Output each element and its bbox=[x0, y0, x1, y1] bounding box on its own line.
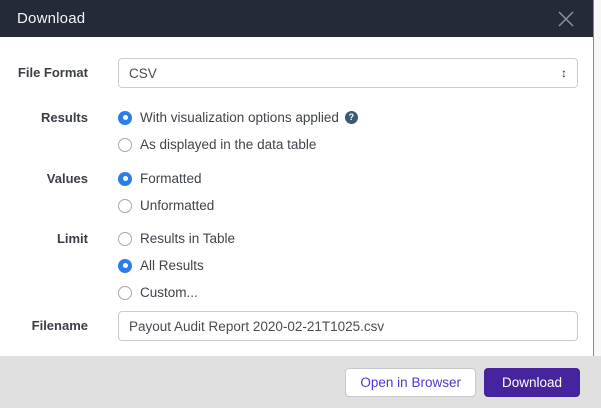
open-in-browser-button[interactable]: Open in Browser bbox=[345, 367, 476, 397]
file-format-row: File Format CSV ↕ bbox=[0, 58, 593, 88]
radio-selected-icon bbox=[118, 171, 132, 186]
modal-title: Download bbox=[17, 10, 86, 27]
radio-option-unformatted[interactable]: Unformatted bbox=[118, 192, 214, 219]
radio-option-label: Results in Table bbox=[140, 231, 236, 246]
radio-option-custom[interactable]: Custom... bbox=[118, 279, 235, 306]
modal-footer: Open in Browser Download bbox=[0, 356, 593, 408]
filename-row: Filename bbox=[0, 311, 593, 341]
file-format-selected-value: CSV bbox=[129, 65, 157, 81]
values-group: Values Formatted Unformatted bbox=[0, 165, 593, 219]
results-group: Results With visualization options appli… bbox=[0, 104, 593, 158]
radio-option-label: Unformatted bbox=[140, 198, 215, 213]
help-icon[interactable]: ? bbox=[344, 111, 358, 124]
footer-backdrop-strip bbox=[593, 356, 601, 408]
radio-option-all-results[interactable]: All Results bbox=[118, 252, 235, 279]
modal-header: Download bbox=[0, 0, 593, 37]
values-label: Values bbox=[46, 171, 88, 186]
filename-input[interactable] bbox=[118, 311, 578, 341]
close-icon bbox=[558, 10, 574, 27]
limit-group: Limit Results in Table All Results Custo… bbox=[0, 225, 593, 306]
filename-label: Filename bbox=[31, 318, 88, 333]
radio-option-with-visualization[interactable]: With visualization options applied ? bbox=[118, 104, 358, 131]
radio-unselected-icon bbox=[118, 285, 132, 300]
radio-unselected-icon bbox=[118, 137, 132, 152]
radio-unselected-icon bbox=[118, 231, 132, 246]
download-modal: Download File Format CSV ↕ Results With … bbox=[0, 0, 594, 408]
radio-option-as-displayed[interactable]: As displayed in the data table bbox=[118, 131, 358, 158]
limit-label: Limit bbox=[56, 231, 88, 246]
select-updown-icon: ↕ bbox=[561, 66, 567, 80]
radio-selected-icon bbox=[118, 258, 132, 273]
radio-option-label: With visualization options applied bbox=[140, 110, 339, 125]
results-label: Results bbox=[41, 110, 88, 125]
modal-body: File Format CSV ↕ Results With visualiza… bbox=[0, 37, 593, 356]
download-button[interactable]: Download bbox=[483, 367, 580, 397]
download-dialog-screen: Download File Format CSV ↕ Results With … bbox=[0, 0, 601, 408]
close-button[interactable] bbox=[556, 9, 576, 29]
radio-option-label: All Results bbox=[140, 258, 204, 273]
file-format-label: File Format bbox=[17, 65, 88, 80]
radio-option-label: As displayed in the data table bbox=[140, 137, 317, 152]
file-format-select[interactable]: CSV ↕ bbox=[118, 58, 578, 88]
radio-option-results-in-table[interactable]: Results in Table bbox=[118, 225, 235, 252]
radio-unselected-icon bbox=[118, 198, 132, 213]
radio-option-label: Formatted bbox=[140, 171, 202, 186]
radio-option-label: Custom... bbox=[140, 285, 198, 300]
radio-selected-icon bbox=[118, 110, 132, 125]
radio-option-formatted[interactable]: Formatted bbox=[118, 165, 214, 192]
